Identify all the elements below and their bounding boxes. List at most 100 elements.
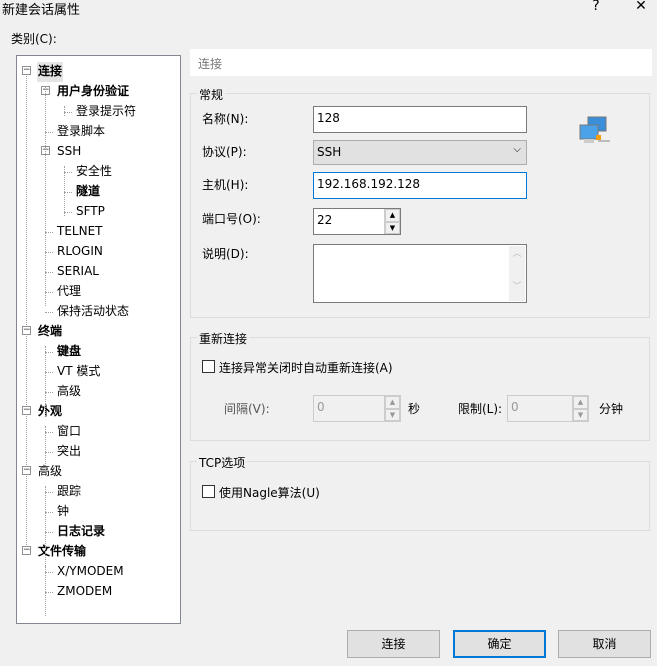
tree-item[interactable]: SFTP	[75, 202, 106, 222]
tree-line	[64, 192, 72, 193]
tree-line	[64, 172, 72, 173]
spin-down-icon[interactable]: ▼	[385, 221, 400, 234]
tree-line	[45, 252, 53, 253]
tree-line	[64, 166, 65, 216]
interval-value: 0	[317, 400, 325, 414]
spin-up-icon: ▲	[385, 396, 400, 409]
tree-item[interactable]: 日志记录	[56, 522, 106, 542]
tree-item[interactable]: X/YMODEM	[56, 562, 125, 582]
spin-down-icon: ▼	[385, 408, 400, 421]
name-input[interactable]: 128	[313, 106, 527, 133]
tree-item[interactable]: 外观	[37, 402, 63, 422]
tree-line	[45, 566, 46, 616]
collapse-icon[interactable]: −	[22, 326, 31, 335]
tree-line	[26, 67, 27, 547]
reconnect-title: 重新连接	[197, 330, 250, 347]
tree-item[interactable]: 键盘	[56, 342, 82, 362]
tree-item[interactable]: 跟踪	[56, 482, 82, 502]
auto-reconnect-checkbox[interactable]	[202, 360, 215, 373]
tree-item[interactable]: SSH	[56, 142, 82, 162]
chevron-down-icon: ⌵	[513, 144, 521, 155]
nagle-checkbox[interactable]	[202, 485, 215, 498]
tree-item[interactable]: 登录提示符	[75, 102, 137, 122]
tree-item[interactable]: 保持活动状态	[56, 302, 130, 322]
interval-input: 0 ▲ ▼	[313, 395, 401, 422]
tcp-title: TCP选项	[197, 454, 248, 471]
category-tree[interactable]: − 连接 − 用户身份验证 登录提示符 登录脚本 − SSH 安全性 隧道 SFTP TELNET RL…	[16, 55, 181, 624]
tree-line	[64, 112, 72, 113]
window-title: 新建会话属性	[2, 3, 81, 18]
help-button[interactable]: ?	[586, 0, 606, 14]
tree-line	[45, 532, 53, 533]
tree-line	[45, 312, 53, 313]
tree-item[interactable]: TELNET	[56, 222, 104, 242]
collapse-icon[interactable]: −	[22, 466, 31, 475]
port-input[interactable]: 22 ▲ ▼	[313, 208, 401, 235]
spin-up-icon: ▲	[573, 396, 588, 409]
tree-line	[45, 492, 53, 493]
desc-label: 说明(D):	[202, 247, 249, 261]
host-input[interactable]: 192.168.192.128	[313, 172, 527, 199]
collapse-icon[interactable]: −	[22, 406, 31, 415]
close-button[interactable]: ✕	[631, 0, 651, 14]
tree-item[interactable]: RLOGIN	[56, 242, 104, 262]
tree-item[interactable]: 突出	[56, 442, 82, 462]
tree-item[interactable]: 高级	[37, 462, 63, 482]
port-label: 端口号(O):	[202, 212, 261, 226]
tree-line	[45, 86, 46, 306]
tree-line	[45, 592, 53, 593]
scrollbar[interactable]: ︿ ﹀	[509, 246, 525, 301]
tree-line	[45, 352, 53, 353]
port-spinner[interactable]: ▲ ▼	[384, 209, 400, 234]
tree-item[interactable]: 窗口	[56, 422, 82, 442]
tree-item[interactable]: 高级	[56, 382, 82, 402]
ok-button[interactable]: 确定	[453, 630, 546, 658]
general-title: 常规	[197, 86, 226, 103]
collapse-icon[interactable]: −	[22, 546, 31, 555]
tree-line	[45, 292, 53, 293]
protocol-value: SSH	[317, 145, 342, 159]
panel-header: 连接	[190, 49, 652, 76]
limit-unit: 分钟	[599, 402, 624, 416]
tree-item[interactable]: 连接	[37, 62, 64, 82]
tree-line	[45, 512, 53, 513]
spin-down-icon: ▼	[573, 408, 588, 421]
tree-item[interactable]: 安全性	[75, 162, 113, 182]
network-computers-icon	[578, 115, 612, 147]
tree-item[interactable]: SERIAL	[56, 262, 100, 282]
tree-line	[45, 372, 53, 373]
tree-item[interactable]: ZMODEM	[56, 582, 113, 602]
cancel-button[interactable]: 取消	[558, 630, 651, 658]
tree-item[interactable]: 登录脚本	[56, 122, 106, 142]
tree-line	[64, 212, 72, 213]
tree-line	[45, 486, 46, 576]
tree-line	[45, 432, 53, 433]
tree-item[interactable]: VT 模式	[56, 362, 101, 382]
limit-input: 0 ▲ ▼	[507, 395, 589, 422]
tree-line	[64, 106, 65, 116]
auto-reconnect-label[interactable]: 连接异常关闭时自动重新连接(A)	[219, 359, 393, 376]
host-label: 主机(H):	[202, 178, 249, 192]
tree-item[interactable]: 终端	[37, 322, 63, 342]
protocol-label: 协议(P):	[202, 145, 247, 159]
limit-label: 限制(L):	[458, 402, 503, 416]
tree-line	[45, 392, 53, 393]
tree-item[interactable]: 用户身份验证	[56, 82, 130, 102]
tree-line	[45, 272, 53, 273]
interval-label: 间隔(V):	[224, 402, 270, 416]
tree-line	[45, 452, 53, 453]
desc-textarea[interactable]: ︿ ﹀	[313, 244, 527, 303]
protocol-select[interactable]: SSH ⌵	[313, 140, 527, 165]
connect-button[interactable]: 连接	[347, 630, 440, 658]
port-value: 22	[317, 213, 333, 227]
tree-line	[45, 572, 53, 573]
tree-item[interactable]: 隧道	[75, 182, 101, 202]
category-label: 类别(C):	[11, 32, 57, 46]
reconnect-group: 重新连接	[190, 330, 650, 441]
spin-up-icon[interactable]: ▲	[385, 209, 400, 222]
tree-item[interactable]: 代理	[56, 282, 82, 302]
collapse-icon[interactable]: −	[22, 66, 31, 75]
nagle-label[interactable]: 使用Nagle算法(U)	[219, 484, 320, 501]
tree-item[interactable]: 钟	[56, 502, 70, 522]
tree-line	[45, 132, 53, 133]
